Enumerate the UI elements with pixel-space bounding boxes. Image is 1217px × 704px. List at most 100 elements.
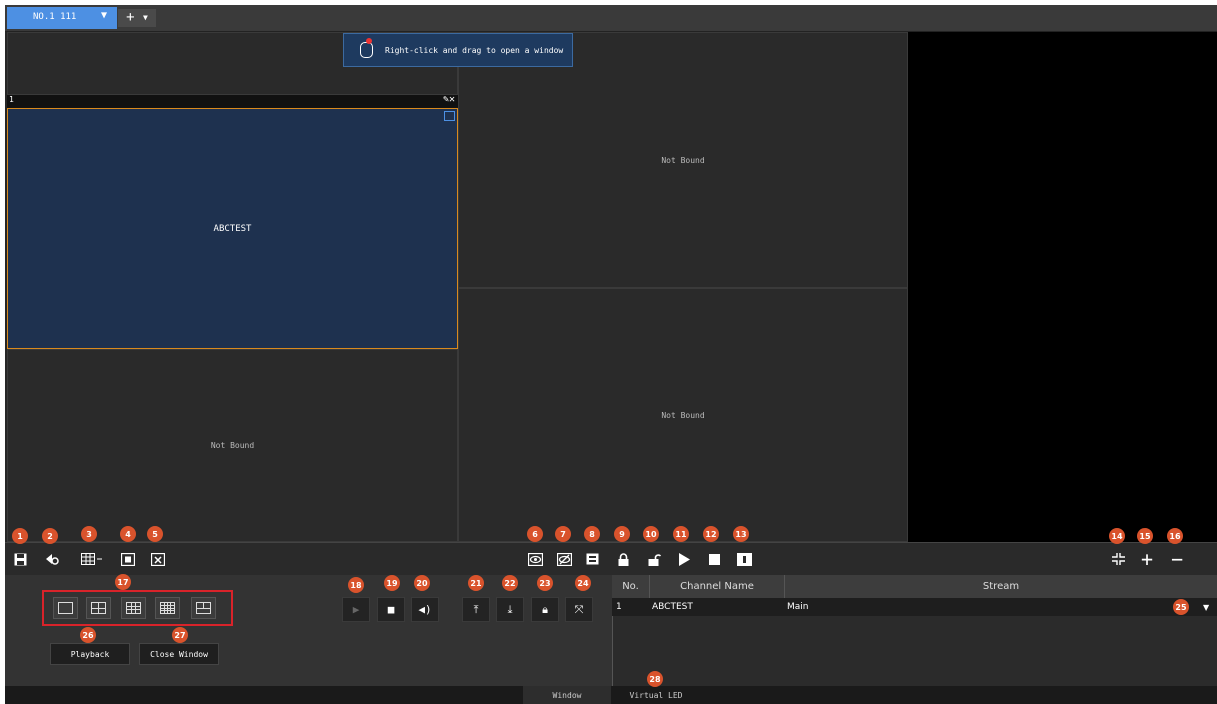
split-custom-button[interactable] xyxy=(191,597,216,619)
cell-channel-name: ABCTEST xyxy=(652,602,693,612)
callout-badge: 25 xyxy=(1173,599,1189,615)
window-controls[interactable]: ✎✕ xyxy=(443,94,455,105)
column-header-channel-name: Channel Name xyxy=(650,575,785,598)
unused-screen-area xyxy=(908,32,1217,542)
callout-badge: 24 xyxy=(575,575,591,591)
callout-badge: 14 xyxy=(1109,528,1125,544)
stop-button[interactable]: ■ xyxy=(377,597,405,622)
callout-badge: 21 xyxy=(468,575,484,591)
split-1-icon xyxy=(58,602,73,614)
opened-window[interactable]: ABCTEST xyxy=(7,108,458,349)
column-header-no: No. xyxy=(612,575,650,598)
close-window-button[interactable]: Close Window xyxy=(139,643,219,665)
callout-badge: 7 xyxy=(555,526,571,542)
split-9-icon xyxy=(126,602,141,614)
callout-badge: 26 xyxy=(80,627,96,643)
send-to-bottom-button[interactable]: ⤓ xyxy=(496,597,524,622)
maximize-window-button[interactable]: ⤧ xyxy=(565,597,593,622)
split-16-button[interactable] xyxy=(155,597,180,619)
wall-cell-bottom-left[interactable]: Not Bound xyxy=(7,349,458,542)
window-title-bar[interactable]: 1 ✎✕ xyxy=(7,94,458,108)
play-icon[interactable] xyxy=(673,548,695,570)
layout-grid-dropdown-icon[interactable] xyxy=(78,548,106,570)
playback-button[interactable]: Playback xyxy=(50,643,130,665)
send-to-bottom-icon: ⤓ xyxy=(507,602,513,616)
audio-button[interactable]: ◀) xyxy=(411,597,439,622)
callout-badge: 13 xyxy=(733,526,749,542)
column-header-stream: Stream xyxy=(982,581,1020,592)
play-button[interactable]: ▶ xyxy=(342,597,370,622)
bring-to-top-icon: ⤒ xyxy=(473,602,479,616)
window-index: 1 xyxy=(9,95,14,104)
split-16-icon xyxy=(160,602,175,614)
mouse-icon xyxy=(360,38,373,58)
split-1-button[interactable] xyxy=(53,597,78,619)
lock-icon[interactable] xyxy=(612,548,634,570)
maximize-icon: ⤧ xyxy=(574,602,584,616)
center-window-icon[interactable] xyxy=(117,548,139,570)
callout-badge: 23 xyxy=(537,575,553,591)
tab-window[interactable]: Window xyxy=(523,686,611,704)
number-display-icon[interactable] xyxy=(733,548,755,570)
callout-badge: 1 xyxy=(12,528,28,544)
callout-badge: 5 xyxy=(147,526,163,542)
callout-badge: 16 xyxy=(1167,528,1183,544)
callout-badge: 3 xyxy=(81,526,97,542)
not-bound-label: Not Bound xyxy=(210,441,255,450)
chevron-down-icon[interactable]: ▼ xyxy=(101,10,107,21)
callout-badge: 17 xyxy=(115,574,131,590)
callout-badge: 28 xyxy=(647,671,663,687)
callout-badge: 20 xyxy=(414,575,430,591)
callout-badge: 27 xyxy=(172,627,188,643)
stream-select[interactable]: Main xyxy=(787,598,1167,616)
callout-badge: 22 xyxy=(502,575,518,591)
split-9-button[interactable] xyxy=(121,597,146,619)
callout-badge: 15 xyxy=(1137,528,1153,544)
clear-windows-icon[interactable] xyxy=(147,548,169,570)
camera-icon[interactable] xyxy=(444,111,455,121)
hide-preview-icon[interactable] xyxy=(553,548,575,570)
callout-badge: 9 xyxy=(614,526,630,542)
chevron-down-icon[interactable]: ▼ xyxy=(1203,598,1215,616)
lock-icon: 🔒︎ xyxy=(542,602,548,616)
close-icon[interactable]: ✕ xyxy=(449,94,455,105)
chevron-down-icon: ▼ xyxy=(143,13,148,22)
roaming-window-icon[interactable] xyxy=(581,548,603,570)
tab-label: NO.1 111 xyxy=(33,12,77,22)
split-4-button[interactable] xyxy=(86,597,111,619)
stop-icon: ■ xyxy=(387,603,395,616)
wall-cell-bottom-right[interactable]: Not Bound xyxy=(458,288,908,542)
not-bound-label: Not Bound xyxy=(661,155,705,165)
callout-badge: 19 xyxy=(384,575,400,591)
screen-settings-icon[interactable] xyxy=(41,548,63,570)
table-header: No. Channel Name Stream xyxy=(612,575,1217,598)
callout-badge: 10 xyxy=(643,526,659,542)
callout-badge: 6 xyxy=(527,526,543,542)
tab-bar xyxy=(5,5,1217,32)
callout-badge: 8 xyxy=(584,526,600,542)
tab-virtual-led[interactable]: Virtual LED xyxy=(611,686,701,704)
split-4-icon xyxy=(91,602,106,614)
hint-text: Right-click and drag to open a window xyxy=(385,45,564,55)
bring-to-top-button[interactable]: ⤒ xyxy=(462,597,490,622)
stop-icon[interactable] xyxy=(703,548,725,570)
tab-wall[interactable]: NO.1 111 ▼ xyxy=(7,7,117,29)
play-icon: ▶ xyxy=(352,603,360,616)
unlock-icon[interactable] xyxy=(643,548,665,570)
preview-icon[interactable] xyxy=(524,548,546,570)
add-icon: + xyxy=(126,9,135,26)
zoom-out-icon[interactable]: − xyxy=(1166,547,1188,571)
lock-window-button[interactable]: 🔒︎ xyxy=(531,597,559,622)
table-row[interactable]: 1 ABCTEST Main ▼ xyxy=(612,598,1217,616)
wall-toolbar xyxy=(5,542,1217,575)
save-icon[interactable] xyxy=(9,548,31,570)
wall-cell-top-right[interactable]: Not Bound xyxy=(458,32,908,288)
zoom-in-icon[interactable]: + xyxy=(1136,547,1158,571)
shrink-icon[interactable] xyxy=(1107,548,1129,570)
callout-badge: 2 xyxy=(42,528,58,544)
callout-badge: 18 xyxy=(348,577,364,593)
cell-no: 1 xyxy=(616,602,622,612)
add-tab-button[interactable]: + ▼ xyxy=(118,9,156,27)
callout-badge: 4 xyxy=(120,526,136,542)
split-custom-icon xyxy=(196,602,211,614)
